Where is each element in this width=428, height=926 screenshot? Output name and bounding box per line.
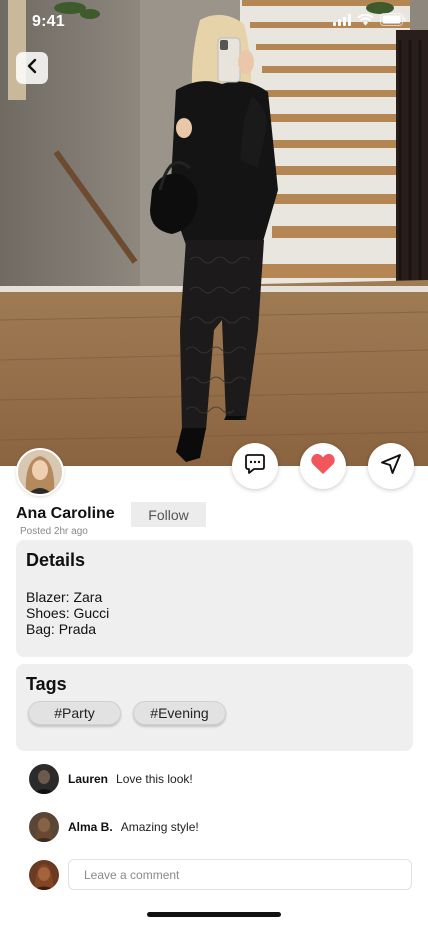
tags-title: Tags [26, 674, 67, 694]
commenter-name[interactable]: Alma B. [68, 820, 113, 834]
status-icons [333, 13, 406, 31]
details-item-shoes: Shoes: Gucci [26, 605, 110, 621]
comment-text: Love this look! [116, 772, 193, 786]
details-title: Details [26, 550, 86, 570]
current-user-avatar [29, 860, 59, 890]
details-item-bag: Bag: Prada [26, 621, 97, 637]
tag-chip-evening[interactable]: #Evening [133, 701, 226, 725]
comment-button[interactable] [232, 443, 278, 489]
my-avatar-row [29, 860, 59, 890]
author-avatar[interactable] [16, 448, 64, 496]
post-photo [0, 0, 428, 466]
comment-input[interactable] [68, 859, 412, 890]
details-list: Blazer: Zara Shoes: Gucci Bag: Prada [26, 589, 403, 637]
tags-card: Tags #Party #Evening [16, 664, 413, 751]
comment-item: Lauren Love this look! [29, 764, 193, 794]
commenter-avatar[interactable] [29, 764, 59, 794]
like-button[interactable] [300, 443, 346, 489]
details-card: Details Blazer: Zara Shoes: Gucci Bag: P… [16, 540, 413, 657]
author-name[interactable]: Ana Caroline [16, 505, 115, 523]
comment-item: Alma B. Amazing style! [29, 812, 199, 842]
send-icon [379, 452, 403, 481]
status-time: 9:41 [32, 13, 65, 30]
back-chevron-icon [26, 58, 38, 79]
tags-row: #Party #Evening [26, 701, 403, 725]
posted-time: Posted 2hr ago [20, 526, 88, 537]
commenter-avatar[interactable] [29, 812, 59, 842]
tag-chip-party[interactable]: #Party [28, 701, 121, 725]
comment-bubble-icon [243, 452, 267, 481]
wifi-icon [357, 13, 374, 31]
heart-icon [310, 452, 336, 481]
back-button[interactable] [16, 52, 48, 84]
commenter-name[interactable]: Lauren [68, 772, 108, 786]
details-item-blazer: Blazer: Zara [26, 589, 103, 605]
signal-icon [333, 13, 351, 31]
follow-button[interactable]: Follow [131, 502, 206, 527]
status-bar: 9:41 [0, 0, 428, 44]
battery-icon [380, 13, 406, 31]
home-indicator[interactable] [147, 912, 281, 917]
share-button[interactable] [368, 443, 414, 489]
comment-text: Amazing style! [120, 820, 199, 834]
